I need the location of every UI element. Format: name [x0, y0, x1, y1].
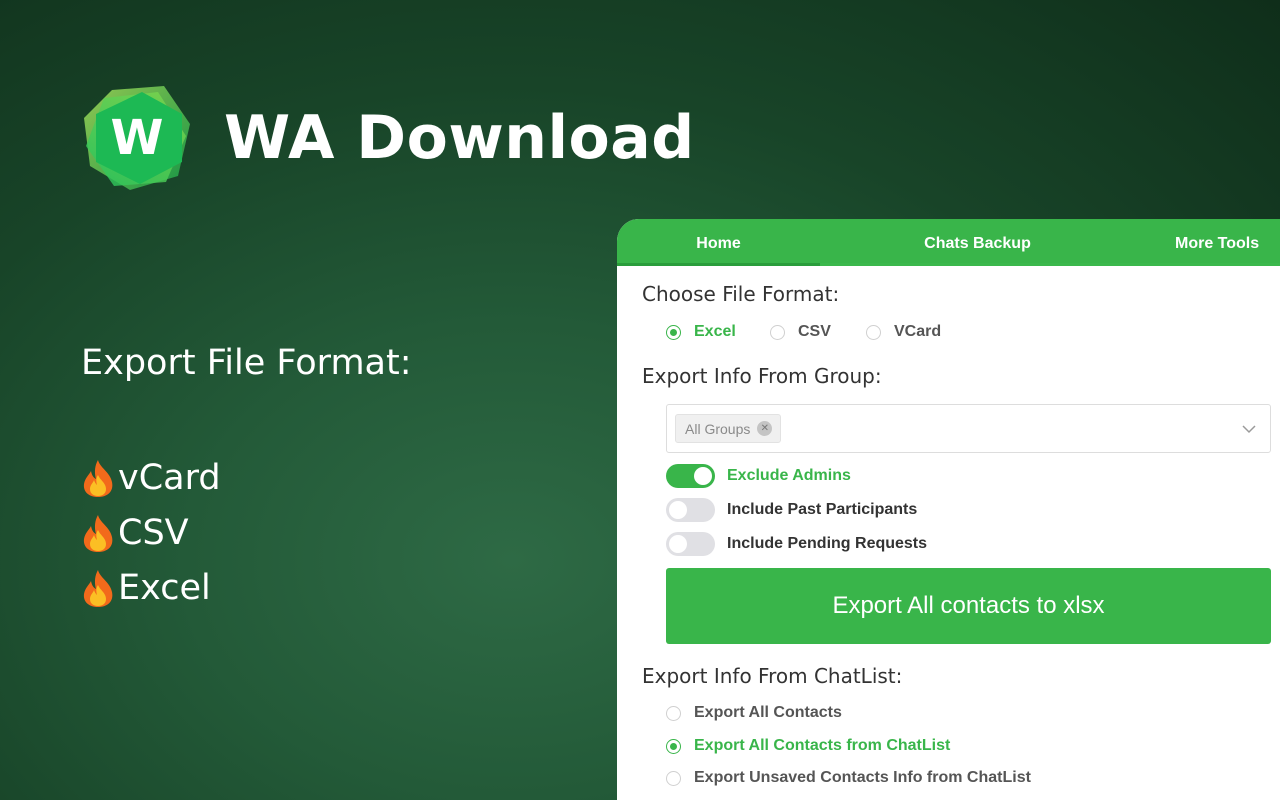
toggle-label: Include Pending Requests: [727, 535, 928, 552]
features-heading: Export File Format:: [81, 343, 412, 383]
radio-icon[interactable]: [666, 705, 681, 721]
feature-item-csv: CSV: [80, 505, 221, 560]
brand-title: WA Download: [224, 103, 695, 173]
fire-icon: [83, 569, 113, 607]
export-contacts-button[interactable]: Export All contacts to xlsx: [666, 568, 1271, 644]
feature-item-vcard: vCard: [80, 450, 221, 505]
radio-icon[interactable]: [866, 324, 881, 340]
tab-home[interactable]: Home: [617, 219, 820, 266]
format-option-excel[interactable]: Excel: [666, 323, 736, 341]
chatlist-option-label: Export All Contacts from ChatList: [694, 737, 951, 754]
toggle-exclude-admins[interactable]: Exclude Admins: [666, 464, 851, 488]
group-select[interactable]: All Groups ✕: [666, 404, 1271, 453]
toggle-label: Exclude Admins: [727, 467, 851, 484]
group-export-title: Export Info From Group:: [642, 364, 882, 388]
toggle-switch[interactable]: [666, 498, 715, 522]
format-option-label: CSV: [798, 323, 831, 340]
format-option-label: Excel: [694, 323, 736, 340]
tag-label: All Groups: [685, 420, 751, 437]
tab-bar: Home Chats Backup More Tools: [617, 219, 1280, 266]
chevron-down-icon[interactable]: [1242, 422, 1256, 436]
format-option-label: VCard: [894, 323, 942, 340]
chatlist-option-label: Export All Contacts: [694, 704, 842, 721]
radio-checked-icon[interactable]: [666, 324, 681, 340]
toggle-label: Include Past Participants: [727, 501, 918, 518]
fire-icon: [83, 514, 113, 552]
extension-panel: Home Chats Backup More Tools Choose File…: [617, 219, 1280, 800]
feature-label: CSV: [118, 512, 189, 553]
feature-label: Excel: [118, 567, 211, 608]
toggle-past-participants[interactable]: Include Past Participants: [666, 498, 917, 522]
radio-icon[interactable]: [770, 324, 785, 340]
chatlist-option-from-chatlist[interactable]: Export All Contacts from ChatList: [666, 737, 950, 755]
chatlist-export-title: Export Info From ChatList:: [642, 664, 903, 688]
tab-chats-backup[interactable]: Chats Backup: [820, 219, 1135, 266]
feature-item-excel: Excel: [80, 560, 221, 615]
tab-more-tools[interactable]: More Tools: [1135, 219, 1280, 266]
toggle-switch[interactable]: [666, 532, 715, 556]
selected-group-tag: All Groups ✕: [675, 414, 782, 443]
logo-letter: W: [111, 110, 164, 166]
format-option-vcard[interactable]: VCard: [866, 323, 941, 341]
format-option-csv[interactable]: CSV: [770, 323, 831, 341]
toggle-pending-requests[interactable]: Include Pending Requests: [666, 532, 927, 556]
file-format-title: Choose File Format:: [642, 282, 840, 306]
chatlist-option-all-contacts[interactable]: Export All Contacts: [666, 704, 842, 722]
close-icon[interactable]: ✕: [757, 421, 773, 436]
chatlist-option-unsaved[interactable]: Export Unsaved Contacts Info from ChatLi…: [666, 769, 1031, 787]
fire-icon: [83, 459, 113, 497]
radio-checked-icon[interactable]: [666, 738, 681, 754]
features-list: vCard CSV Excel: [80, 450, 221, 615]
radio-icon[interactable]: [666, 770, 681, 786]
feature-label: vCard: [118, 457, 221, 498]
toggle-switch[interactable]: [666, 464, 715, 488]
chatlist-option-label: Export Unsaved Contacts Info from ChatLi…: [694, 769, 1031, 786]
app-logo: W: [82, 84, 192, 192]
